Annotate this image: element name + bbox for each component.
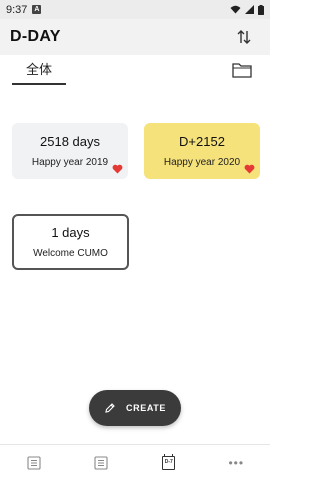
card-count: 1 days: [51, 225, 90, 240]
status-left: 9:37 A: [6, 3, 42, 16]
card-name: Happy year 2020: [163, 157, 241, 168]
dday-card[interactable]: D+2152 Happy year 2020: [144, 123, 260, 179]
status-right: [230, 4, 264, 15]
nav-item-dday[interactable]: D-7: [149, 448, 189, 478]
nav-item-more[interactable]: •••: [216, 448, 256, 478]
status-bar: 9:37 A: [0, 0, 270, 19]
app-bar: D-DAY: [0, 19, 270, 55]
list-icon: [27, 455, 41, 470]
nav-item-list[interactable]: [14, 448, 54, 478]
list-icon: [94, 455, 108, 470]
tab-all[interactable]: 全体: [12, 61, 66, 85]
app-title: D-DAY: [10, 28, 61, 45]
more-icon: •••: [228, 455, 245, 470]
dday-card[interactable]: 2518 days Happy year 2019: [12, 123, 128, 179]
status-time: 9:37: [6, 3, 28, 16]
pencil-icon: [105, 403, 115, 413]
create-button[interactable]: CREATE: [89, 390, 181, 426]
dday-calendar-icon: D-7: [162, 453, 176, 470]
dday-card[interactable]: 1 days Welcome CUMO: [12, 214, 129, 270]
signal-icon: [245, 5, 254, 14]
card-name: Welcome CUMO: [33, 248, 108, 259]
notification-app-icon: A: [32, 5, 42, 14]
battery-icon: [258, 4, 264, 15]
card-count: 2518 days: [40, 134, 100, 149]
tab-row: 全体: [0, 55, 270, 89]
nav-item-notes[interactable]: [81, 448, 121, 478]
folder-icon[interactable]: [232, 62, 254, 80]
wifi-icon: [230, 5, 241, 14]
heart-icon: [112, 164, 123, 174]
card-count: D+2152: [179, 134, 225, 149]
sort-arrows-icon[interactable]: [234, 27, 254, 47]
heart-icon: [244, 164, 255, 174]
bottom-nav: D-7 •••: [0, 444, 270, 480]
card-name: Happy year 2019: [31, 157, 109, 168]
create-button-label: CREATE: [126, 403, 166, 413]
